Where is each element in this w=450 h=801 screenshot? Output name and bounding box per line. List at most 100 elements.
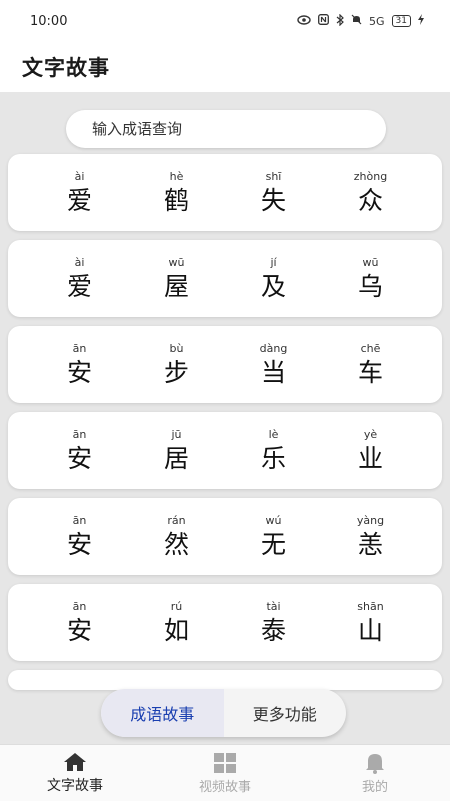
idiom-char: tài 泰 [225,599,322,647]
nav-item-text-stories[interactable]: 文字故事 [0,745,150,801]
nav-label: 我的 [361,779,388,795]
pinyin-label: chē [360,341,381,355]
hanzi-label: 乌 [357,271,383,301]
idiom-card[interactable]: ān 安 rán 然 wú 无 yàng 恙 [8,498,442,575]
hanzi-label: 当 [260,357,286,387]
pinyin-label: yàng [356,513,385,527]
hanzi-label: 安 [66,443,92,473]
pinyin-label: tài [266,599,281,613]
status-time: 10:00 [30,13,68,29]
hanzi-label: 乐 [260,443,286,473]
idiom-char: ān 安 [31,341,128,389]
bell-icon [365,752,385,774]
more-functions-button[interactable]: 更多功能 [224,689,347,737]
idiom-char: ài 爱 [31,255,128,303]
home-icon [63,751,87,773]
nav-label: 文字故事 [47,778,103,794]
idiom-card[interactable]: ài 爱 hè 鹤 shī 失 zhòng 众 [8,154,442,231]
idiom-char: jū 居 [128,427,225,475]
idiom-char: yè 业 [322,427,419,475]
pinyin-label: yè [363,427,378,441]
pinyin-label: shī [265,169,282,183]
pinyin-label: dàng [259,341,288,355]
hanzi-label: 如 [163,615,189,645]
hanzi-label: 爱 [66,271,92,301]
pinyin-label: bù [169,341,184,355]
pinyin-label: lè [268,427,279,441]
charging-icon [418,14,424,28]
pinyin-label: ài [74,169,85,183]
idiom-card[interactable]: ān 安 bù 步 dàng 当 chē 车 [8,326,442,403]
hanzi-label: 恙 [357,529,383,559]
pinyin-label: ān [72,341,87,355]
nav-item-profile[interactable]: 我的 [300,745,450,801]
idiom-list: ài 爱 hè 鹤 shī 失 zhòng 众 ài 爱 wū 屋 jí 及 wū 乌 ān 安 bù 步 dàng 当 c… [8,154,442,699]
mute-bell-icon [351,14,362,28]
idiom-char: wū 乌 [322,255,419,303]
idiom-char: hè 鹤 [128,169,225,217]
pinyin-label: jū [171,427,182,441]
idiom-char: rú 如 [128,599,225,647]
idiom-char: rán 然 [128,513,225,561]
pinyin-label: jí [270,255,277,269]
network-label: 5G [369,14,385,28]
hanzi-label: 然 [163,529,189,559]
hanzi-label: 步 [163,357,189,387]
pinyin-label: ài [74,255,85,269]
bluetooth-icon [336,13,344,29]
page-title: 文字故事 [22,56,110,80]
idiom-story-button[interactable]: 成语故事 [101,689,224,737]
idiom-char: jí 及 [225,255,322,303]
hanzi-label: 鹤 [163,185,189,215]
idiom-char: ān 安 [31,513,128,561]
status-icons: 5G 31 [297,13,424,29]
hanzi-label: 安 [66,357,92,387]
eye-icon [297,14,311,28]
hanzi-label: 居 [163,443,189,473]
idiom-char: chē 车 [322,341,419,389]
hanzi-label: 及 [260,271,286,301]
idiom-card[interactable]: ài 爱 wū 屋 jí 及 wū 乌 [8,240,442,317]
pinyin-label: rán [167,513,186,527]
app-header: 文字故事 [0,42,450,92]
idiom-char: shī 失 [225,169,322,217]
idiom-char: ān 安 [31,599,128,647]
main-content: ài 爱 hè 鹤 shī 失 zhòng 众 ài 爱 wū 屋 jí 及 wū 乌 ān 安 bù 步 dàng 当 c… [0,92,450,744]
pinyin-label: rú [170,599,183,613]
hanzi-label: 山 [357,615,383,645]
bottom-nav: 文字故事 视频故事 我的 [0,744,450,801]
pinyin-label: hè [169,169,184,183]
search-box[interactable] [66,110,386,148]
idiom-card[interactable] [8,670,442,690]
idiom-char: dàng 当 [225,341,322,389]
idiom-char: bù 步 [128,341,225,389]
hanzi-label: 安 [66,529,92,559]
pinyin-label: ān [72,513,87,527]
battery-level: 31 [391,15,411,27]
pinyin-label: shān [357,599,384,613]
grid-icon [214,752,236,774]
pinyin-label: wū [362,255,379,269]
pinyin-label: zhòng [353,169,388,183]
idiom-char: ài 爱 [31,169,128,217]
pinyin-label: ān [72,427,87,441]
hanzi-label: 车 [357,357,383,387]
hanzi-label: 屋 [163,271,189,301]
hanzi-label: 泰 [260,615,286,645]
idiom-char: ān 安 [31,427,128,475]
nfc-icon [318,14,329,28]
idiom-char: yàng 恙 [322,513,419,561]
hanzi-label: 安 [66,615,92,645]
search-input[interactable] [90,119,354,139]
pinyin-label: wū [168,255,185,269]
idiom-card[interactable]: ān 安 rú 如 tài 泰 shān 山 [8,584,442,661]
status-bar: 10:00 5G 31 [0,0,450,42]
hanzi-label: 众 [357,185,383,215]
idiom-char: zhòng 众 [322,169,419,217]
idiom-char: wū 屋 [128,255,225,303]
nav-item-video-stories[interactable]: 视频故事 [150,745,300,801]
pinyin-label: wú [265,513,282,527]
idiom-card[interactable]: ān 安 jū 居 lè 乐 yè 业 [8,412,442,489]
idiom-char: lè 乐 [225,427,322,475]
idiom-char: shān 山 [322,599,419,647]
